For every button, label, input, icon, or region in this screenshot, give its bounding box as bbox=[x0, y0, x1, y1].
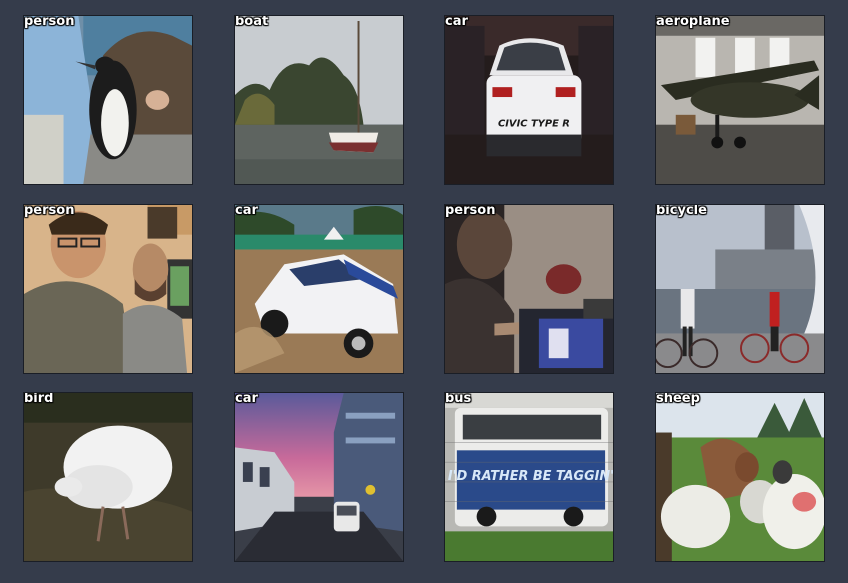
image-grid: person boat CIVIC TYPE R car aeroplane p… bbox=[0, 0, 848, 583]
image-tile-person-penguin[interactable]: person bbox=[23, 15, 193, 185]
image-tile-bicycle[interactable]: bicycle bbox=[655, 204, 825, 374]
image-tile-street-car[interactable]: car bbox=[234, 392, 404, 562]
sheep-photo bbox=[656, 393, 824, 561]
image-tile-boat[interactable]: boat bbox=[234, 15, 404, 185]
penguin-photo bbox=[24, 16, 192, 184]
tile-label: bicycle bbox=[656, 204, 707, 218]
boat-photo bbox=[235, 16, 403, 184]
tile-label: car bbox=[235, 204, 258, 218]
tile-label: bird bbox=[24, 392, 54, 406]
image-tile-rally-car[interactable]: car bbox=[234, 204, 404, 374]
car-model-text: CIVIC TYPE R bbox=[498, 119, 570, 130]
graffiti-bus-photo: I'D RATHER BE TAGGIN' bbox=[445, 393, 613, 561]
tile-label: car bbox=[235, 392, 258, 406]
tile-label: aeroplane bbox=[656, 15, 730, 29]
image-tile-sheep[interactable]: sheep bbox=[655, 392, 825, 562]
image-tile-bird[interactable]: bird bbox=[23, 392, 193, 562]
two-persons-photo bbox=[24, 205, 192, 373]
tile-label: person bbox=[445, 204, 496, 218]
image-tile-bus[interactable]: I'D RATHER BE TAGGIN' bus bbox=[444, 392, 614, 562]
tile-label: sheep bbox=[656, 392, 700, 406]
image-tile-aeroplane[interactable]: aeroplane bbox=[655, 15, 825, 185]
tile-label: boat bbox=[235, 15, 269, 29]
street-car-photo bbox=[235, 393, 403, 561]
tile-label: car bbox=[445, 15, 468, 29]
aeroplane-photo bbox=[656, 16, 824, 184]
civic-car-photo: CIVIC TYPE R bbox=[445, 16, 613, 184]
image-tile-two-persons[interactable]: person bbox=[23, 204, 193, 374]
tile-label: bus bbox=[445, 392, 472, 406]
tile-label: person bbox=[24, 15, 75, 29]
image-tile-person-tv[interactable]: person bbox=[444, 204, 614, 374]
person-tv-photo bbox=[445, 205, 613, 373]
rally-car-photo bbox=[235, 205, 403, 373]
bicycle-photo bbox=[656, 205, 824, 373]
tile-label: person bbox=[24, 204, 75, 218]
white-bird-photo bbox=[24, 393, 192, 561]
image-tile-car-civic[interactable]: CIVIC TYPE R car bbox=[444, 15, 614, 185]
